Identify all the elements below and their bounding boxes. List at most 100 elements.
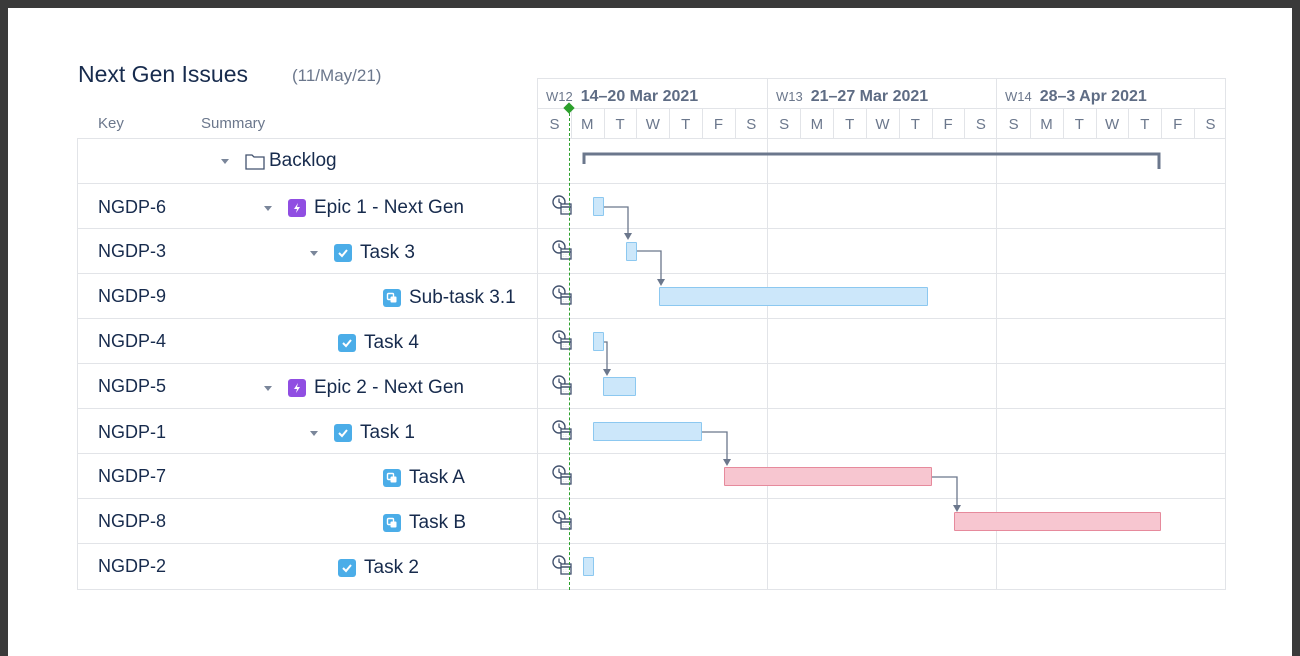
issue-summary-text[interactable]: Task 4 xyxy=(364,332,419,354)
day-separator xyxy=(571,109,572,138)
folder-icon xyxy=(245,153,265,170)
day-separator xyxy=(1063,109,1064,138)
issue-summary: Task A xyxy=(383,467,465,489)
issue-summary: Sub-task 3.1 xyxy=(383,287,516,309)
day-header: T xyxy=(845,116,855,133)
week-range: 14–20 Mar 2021 xyxy=(580,88,699,105)
issue-key[interactable]: NGDP-2 xyxy=(98,556,166,577)
page-title: Next Gen Issues xyxy=(78,61,249,87)
day-separator xyxy=(800,109,801,138)
caret-down-icon[interactable] xyxy=(219,155,231,167)
issue-key[interactable]: NGDP-7 xyxy=(98,466,166,487)
issue-key[interactable]: NGDP-6 xyxy=(98,197,166,218)
gantt-bar[interactable] xyxy=(724,467,932,486)
day-separator xyxy=(1128,109,1129,138)
gantt-bar[interactable] xyxy=(593,422,702,441)
day-separator xyxy=(1096,109,1097,138)
gantt-bar[interactable] xyxy=(583,557,594,576)
day-header: M xyxy=(1040,116,1053,133)
issue-summary-text[interactable]: Task B xyxy=(409,512,466,534)
issue-summary: Task B xyxy=(383,512,466,534)
issue-summary: Task 4 xyxy=(338,332,419,354)
task-icon xyxy=(338,559,356,577)
issue-summary-text[interactable]: Task 2 xyxy=(364,557,419,579)
day-header: M xyxy=(581,116,594,133)
day-separator xyxy=(964,109,965,138)
day-header: F xyxy=(943,116,953,133)
week-number: W14 xyxy=(1005,89,1032,104)
issue-key[interactable]: NGDP-8 xyxy=(98,511,166,532)
day-separator xyxy=(932,109,933,138)
issue-key[interactable]: NGDP-9 xyxy=(98,286,166,307)
day-header: T xyxy=(1074,116,1084,133)
caret-down-icon[interactable] xyxy=(308,427,320,439)
issue-summary-text[interactable]: Epic 2 - Next Gen xyxy=(314,377,464,399)
table-row[interactable] xyxy=(77,183,1226,228)
table-row[interactable] xyxy=(77,543,1226,588)
issue-summary-text[interactable]: Task 1 xyxy=(360,422,415,444)
day-header: S xyxy=(1008,116,1019,133)
day-header: W xyxy=(875,116,890,133)
gantt-bar[interactable] xyxy=(593,332,604,351)
issue-key[interactable]: NGDP-1 xyxy=(98,422,166,443)
column-header-summary[interactable]: Summary xyxy=(201,115,265,132)
day-header: S xyxy=(1205,116,1216,133)
day-header: S xyxy=(975,116,986,133)
week-label-w14: W14 28–3 Apr 2021 xyxy=(1005,88,1147,106)
gantt-bar[interactable] xyxy=(954,512,1161,531)
table-row[interactable] xyxy=(77,453,1226,498)
issue-summary-text[interactable]: Task A xyxy=(409,467,465,489)
task-icon xyxy=(334,424,352,442)
subtask-icon xyxy=(383,514,401,532)
day-separator xyxy=(636,109,637,138)
timeline-header-divider xyxy=(537,108,1226,109)
caret-down-icon[interactable] xyxy=(262,202,274,214)
table-row[interactable] xyxy=(77,273,1226,318)
gantt-bar[interactable] xyxy=(603,377,636,396)
gantt-bar[interactable] xyxy=(593,197,604,216)
table-row[interactable] xyxy=(77,318,1226,363)
subtask-icon xyxy=(383,469,401,487)
week-number: W13 xyxy=(776,89,803,104)
gantt-bar[interactable] xyxy=(659,287,928,306)
day-header: S xyxy=(779,116,790,133)
issue-key[interactable]: NGDP-3 xyxy=(98,241,166,262)
column-header-key[interactable]: Key xyxy=(98,115,124,132)
issue-summary-text[interactable]: Epic 1 - Next Gen xyxy=(314,197,464,219)
issue-summary-text[interactable]: Sub-task 3.1 xyxy=(409,287,516,309)
issue-summary: Task 3 xyxy=(308,242,415,264)
issue-key[interactable]: NGDP-5 xyxy=(98,376,166,397)
caret-down-icon[interactable] xyxy=(308,247,320,259)
backlog-summary: Backlog xyxy=(219,150,337,172)
issue-summary: Task 2 xyxy=(338,557,419,579)
day-separator xyxy=(1161,109,1162,138)
day-header: F xyxy=(1173,116,1183,133)
today-line xyxy=(569,108,570,590)
issue-summary: Epic 1 - Next Gen xyxy=(262,197,464,219)
table-row[interactable] xyxy=(77,228,1226,273)
day-separator xyxy=(833,109,834,138)
week-range: 21–27 Mar 2021 xyxy=(810,88,929,105)
issue-summary-text[interactable]: Task 3 xyxy=(360,242,415,264)
day-separator xyxy=(702,109,703,138)
caret-down-icon[interactable] xyxy=(262,382,274,394)
issue-key[interactable]: NGDP-4 xyxy=(98,331,166,352)
table-row[interactable] xyxy=(77,363,1226,408)
task-icon xyxy=(338,334,356,352)
day-header: T xyxy=(1140,116,1150,133)
day-header: F xyxy=(713,116,724,133)
day-header: T xyxy=(615,116,625,133)
backlog-label[interactable]: Backlog xyxy=(269,150,337,172)
day-header: S xyxy=(549,116,560,133)
day-separator xyxy=(1194,109,1195,138)
issue-summary: Epic 2 - Next Gen xyxy=(262,377,464,399)
day-separator xyxy=(669,109,670,138)
day-header: T xyxy=(681,116,691,133)
epic-icon xyxy=(288,199,306,217)
epic-icon xyxy=(288,379,306,397)
day-header: W xyxy=(1105,116,1120,133)
day-separator xyxy=(1030,109,1031,138)
issue-summary: Task 1 xyxy=(308,422,415,444)
gantt-bar[interactable] xyxy=(626,242,637,261)
day-separator xyxy=(899,109,900,138)
